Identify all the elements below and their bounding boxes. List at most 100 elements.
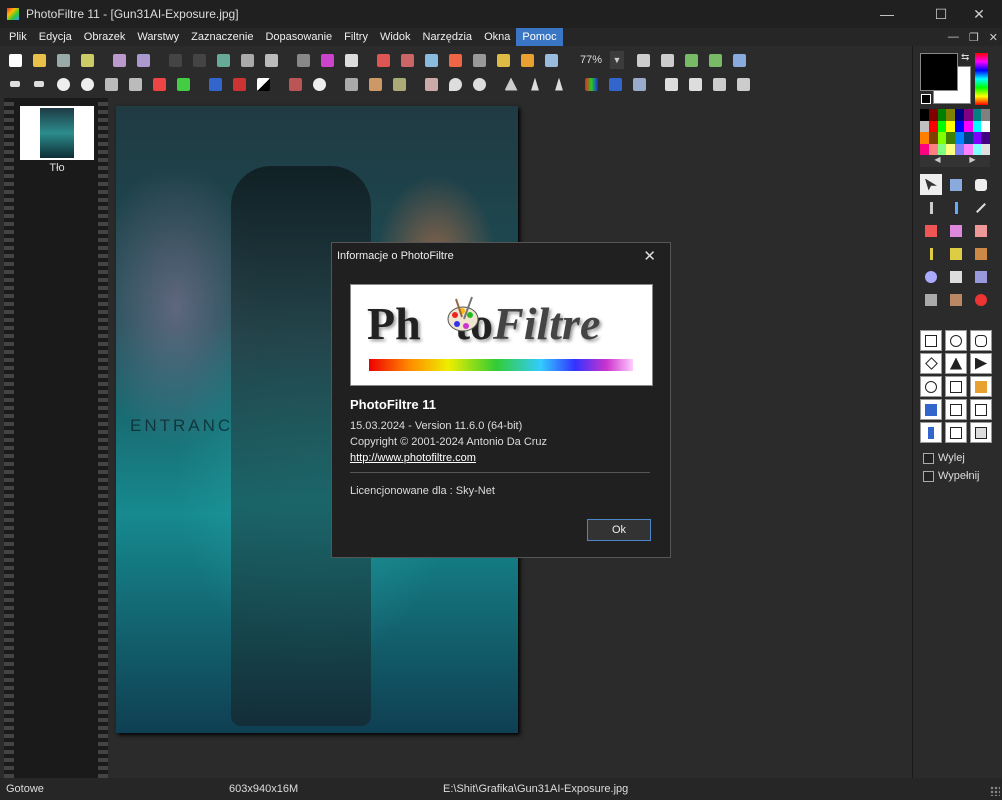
zoom-in-button[interactable] bbox=[632, 49, 654, 71]
straight-line-tool[interactable] bbox=[970, 197, 992, 218]
swap-colors-icon[interactable]: ⇆ bbox=[961, 52, 969, 63]
strawberry-tool[interactable] bbox=[970, 289, 992, 310]
menu-plik[interactable]: Plik bbox=[3, 28, 33, 46]
doc-close-button[interactable]: ✕ bbox=[989, 31, 998, 44]
menu-obrazek[interactable]: Obrazek bbox=[78, 28, 132, 46]
hand-tool[interactable] bbox=[970, 174, 992, 195]
color-swatch[interactable] bbox=[946, 143, 955, 155]
flip-v-button[interactable] bbox=[684, 73, 706, 95]
fill-on-option[interactable]: Wypełnij bbox=[923, 470, 979, 482]
light-button[interactable] bbox=[308, 73, 330, 95]
frame-button[interactable] bbox=[604, 73, 626, 95]
mosaic-button[interactable] bbox=[340, 73, 362, 95]
drops-button[interactable] bbox=[468, 73, 490, 95]
rounded-rect-shape[interactable] bbox=[970, 330, 992, 351]
color-swatch[interactable] bbox=[928, 132, 938, 144]
menu-pomoc[interactable]: Pomoc bbox=[516, 28, 563, 46]
color-swatch[interactable] bbox=[972, 109, 982, 121]
open-button[interactable] bbox=[28, 49, 50, 71]
rectangle-shape[interactable] bbox=[920, 330, 942, 351]
text-shadow-button[interactable] bbox=[284, 73, 306, 95]
color-swatch[interactable] bbox=[981, 132, 990, 144]
color-swatch[interactable] bbox=[946, 109, 955, 121]
advanced-brush-tool[interactable] bbox=[945, 243, 967, 264]
color-swatch[interactable] bbox=[937, 143, 947, 155]
ellipse-shape[interactable] bbox=[945, 330, 967, 351]
color-spectrum-bar[interactable] bbox=[975, 53, 988, 105]
spray-tool[interactable] bbox=[945, 220, 967, 241]
pattern-tool[interactable] bbox=[920, 289, 942, 310]
peak-button[interactable] bbox=[524, 73, 546, 95]
color-swatch[interactable] bbox=[937, 132, 947, 144]
website-link[interactable]: http://www.photofiltre.com bbox=[350, 452, 476, 464]
blur-tool[interactable] bbox=[920, 266, 942, 287]
menu-widok[interactable]: Widok bbox=[374, 28, 417, 46]
dodge-button[interactable] bbox=[420, 73, 442, 95]
resize-button[interactable] bbox=[732, 73, 754, 95]
blur-button[interactable] bbox=[364, 73, 386, 95]
color-swatch[interactable] bbox=[963, 109, 973, 121]
doc-minimize-button[interactable]: — bbox=[948, 31, 959, 43]
color-swatch[interactable] bbox=[920, 109, 929, 121]
color-palette-grid[interactable] bbox=[920, 109, 990, 155]
foreground-color-swatch[interactable] bbox=[920, 53, 958, 91]
magic-wand-tool[interactable] bbox=[945, 174, 967, 195]
transparency-button[interactable] bbox=[340, 49, 362, 71]
gamma-down-button[interactable] bbox=[204, 73, 226, 95]
color-swatch[interactable] bbox=[963, 132, 973, 144]
fullscreen-button[interactable] bbox=[728, 49, 750, 71]
copy-image-button[interactable] bbox=[212, 49, 234, 71]
menu-warstwy[interactable]: Warstwy bbox=[131, 28, 185, 46]
polygon-shape[interactable] bbox=[945, 376, 967, 397]
color-swatch[interactable] bbox=[955, 132, 964, 144]
clone-tool[interactable] bbox=[945, 289, 967, 310]
color-swatch[interactable] bbox=[937, 120, 947, 132]
text-frame-shape[interactable] bbox=[920, 422, 942, 443]
ratio-43-shape[interactable] bbox=[945, 399, 967, 420]
invert-button[interactable] bbox=[252, 73, 274, 95]
color-swatch[interactable] bbox=[955, 120, 964, 132]
color-swatch[interactable] bbox=[955, 109, 964, 121]
right-triangle-shape[interactable] bbox=[970, 353, 992, 374]
smudge-tool[interactable] bbox=[945, 266, 967, 287]
flip-h-button[interactable] bbox=[660, 73, 682, 95]
color-swatch[interactable] bbox=[920, 132, 929, 144]
print-button[interactable] bbox=[108, 49, 130, 71]
actual-size-button[interactable] bbox=[704, 49, 726, 71]
fill-off-option[interactable]: Wylej bbox=[923, 452, 965, 464]
color-swatch[interactable] bbox=[946, 132, 955, 144]
open-shape[interactable] bbox=[970, 376, 992, 397]
color-swatch[interactable] bbox=[928, 120, 938, 132]
color-swatch[interactable] bbox=[972, 120, 982, 132]
color-swatch[interactable] bbox=[946, 120, 955, 132]
window-button[interactable] bbox=[540, 49, 562, 71]
menu-narzedzia[interactable]: Narzędzia bbox=[417, 28, 479, 46]
doc-restore-button[interactable]: ❐ bbox=[969, 31, 979, 44]
undo-button[interactable] bbox=[164, 49, 186, 71]
magnify-button[interactable] bbox=[420, 49, 442, 71]
window-frame-shape[interactable] bbox=[970, 422, 992, 443]
layer-thumbnail[interactable] bbox=[20, 106, 94, 160]
plugin-button[interactable] bbox=[516, 49, 538, 71]
gamma-up-button[interactable] bbox=[228, 73, 250, 95]
save-as-button[interactable] bbox=[76, 49, 98, 71]
brightness-up-button[interactable] bbox=[124, 73, 146, 95]
color-swatch[interactable] bbox=[920, 143, 929, 155]
fit-image-button[interactable] bbox=[680, 49, 702, 71]
brush-tool[interactable] bbox=[920, 243, 942, 264]
selection-tool[interactable] bbox=[920, 174, 942, 195]
zoom-out-button[interactable] bbox=[656, 49, 678, 71]
color-swatch[interactable] bbox=[972, 143, 982, 155]
triangle-shape[interactable] bbox=[945, 353, 967, 374]
deform-tool[interactable] bbox=[970, 266, 992, 287]
title-bar[interactable]: PhotoFiltre 11 - [Gun31AI-Exposure.jpg] … bbox=[0, 0, 1002, 28]
peak-alt-button[interactable] bbox=[548, 73, 570, 95]
pointer-button[interactable] bbox=[468, 49, 490, 71]
zoom-dropdown-arrow[interactable]: ▼ bbox=[610, 51, 624, 69]
new-button[interactable] bbox=[4, 49, 26, 71]
dialog-close-button[interactable]: ✕ bbox=[643, 247, 656, 265]
menu-zaznaczenie[interactable]: Zaznaczenie bbox=[185, 28, 259, 46]
fill-tool[interactable] bbox=[920, 220, 942, 241]
colors-button[interactable] bbox=[316, 49, 338, 71]
stamp-tool[interactable] bbox=[970, 243, 992, 264]
